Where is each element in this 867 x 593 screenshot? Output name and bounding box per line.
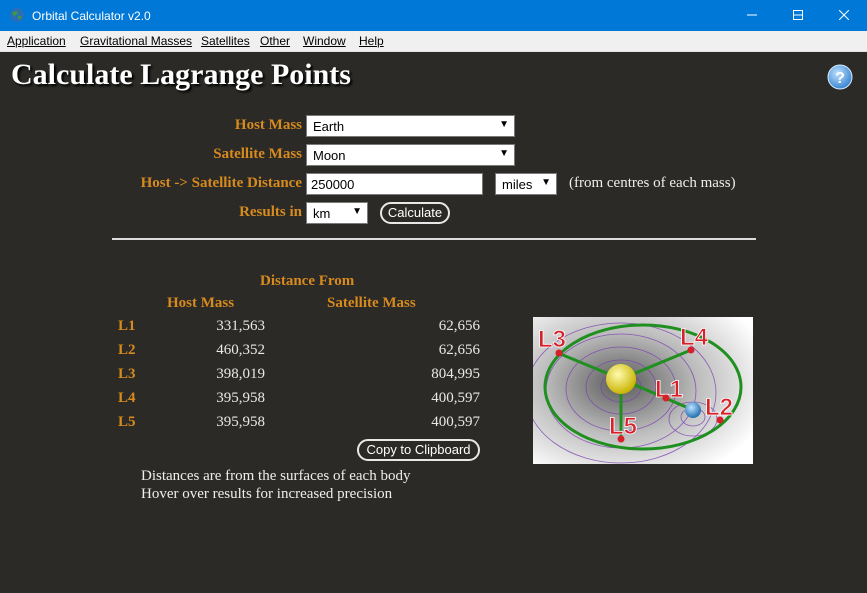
satellite-mass-label: Satellite Mass (213, 146, 302, 162)
host-mass-select[interactable]: Earth ▼ (306, 115, 515, 137)
page-title: Calculate Lagrange Points (11, 58, 351, 91)
distance-unit-value: miles (502, 177, 533, 192)
satellite-mass-column-header: Satellite Mass (327, 295, 416, 311)
results-unit-select[interactable]: km ▼ (306, 202, 368, 224)
l1-host-value[interactable]: 331,563 (216, 318, 265, 335)
l4-satellite-value[interactable]: 400,597 (431, 390, 480, 407)
row-label-l5: L5 (118, 414, 136, 430)
chevron-down-icon: ▼ (541, 177, 551, 188)
l2-host-value[interactable]: 460,352 (216, 342, 265, 359)
host-mass-label: Host Mass (234, 117, 302, 133)
diagram-label-l5: L5 (609, 413, 637, 440)
chevron-down-icon: ▼ (499, 148, 509, 159)
satellite-mass-value: Moon (313, 148, 346, 163)
maximize-button[interactable] (775, 0, 821, 31)
l1-satellite-value[interactable]: 62,656 (439, 318, 480, 335)
l2-satellite-value[interactable]: 62,656 (439, 342, 480, 359)
l3-satellite-value[interactable]: 804,995 (431, 366, 480, 383)
menu-other[interactable]: Other (260, 34, 290, 48)
distance-note: (from centres of each mass) (569, 175, 736, 191)
chevron-down-icon: ▼ (352, 206, 362, 217)
results-unit-value: km (313, 206, 331, 221)
distance-from-header: Distance From (260, 273, 355, 289)
divider (112, 238, 756, 240)
row-label-l1: L1 (118, 318, 136, 334)
host-mass-column-header: Host Mass (167, 295, 235, 311)
close-button[interactable] (821, 0, 867, 31)
row-label-l4: L4 (118, 390, 136, 406)
menu-help[interactable]: Help (359, 34, 384, 48)
copy-to-clipboard-button[interactable]: Copy to Clipboard (357, 439, 480, 461)
note-surfaces: Distances are from the surfaces of each … (141, 468, 411, 484)
diagram-label-l4: L4 (680, 324, 709, 351)
row-label-l2: L2 (118, 342, 136, 358)
l4-host-value[interactable]: 395,958 (216, 390, 265, 407)
svg-text:?: ? (835, 70, 845, 87)
globe-icon (10, 8, 24, 22)
maximize-icon (793, 10, 803, 20)
host-mass-value: Earth (313, 119, 345, 134)
l5-host-value[interactable]: 395,958 (216, 414, 265, 431)
lagrange-points-diagram: L3 L4 L1 L2 L5 (533, 317, 753, 464)
menu-bar: Application Gravitational Masses Satelli… (0, 31, 867, 52)
note-hover: Hover over results for increased precisi… (141, 486, 393, 502)
distance-input[interactable]: 250000 (306, 173, 483, 195)
minimize-icon (747, 14, 757, 16)
row-label-l3: L3 (118, 366, 136, 382)
results-in-label: Results in (239, 204, 302, 220)
title-bar: Orbital Calculator v2.0 (0, 0, 867, 31)
satellite-mass-select[interactable]: Moon ▼ (306, 144, 515, 166)
distance-label: Host -> Satellite Distance (140, 175, 302, 191)
calculate-button[interactable]: Calculate (380, 202, 450, 224)
menu-satellites[interactable]: Satellites (201, 34, 250, 48)
chevron-down-icon: ▼ (499, 119, 509, 130)
close-icon (839, 10, 849, 20)
diagram-label-l3: L3 (538, 326, 566, 353)
minimize-btn[interactable] (729, 0, 775, 31)
menu-application[interactable]: Application (7, 34, 66, 48)
menu-gravitational-masses[interactable]: Gravitational Masses (80, 34, 192, 48)
menu-window[interactable]: Window (303, 34, 346, 48)
help-icon[interactable]: ? (827, 64, 853, 90)
l3-host-value[interactable]: 398,019 (216, 366, 265, 383)
distance-unit-select[interactable]: miles ▼ (495, 173, 557, 195)
l5-satellite-value[interactable]: 400,597 (431, 414, 480, 431)
window-title: Orbital Calculator v2.0 (32, 9, 151, 23)
